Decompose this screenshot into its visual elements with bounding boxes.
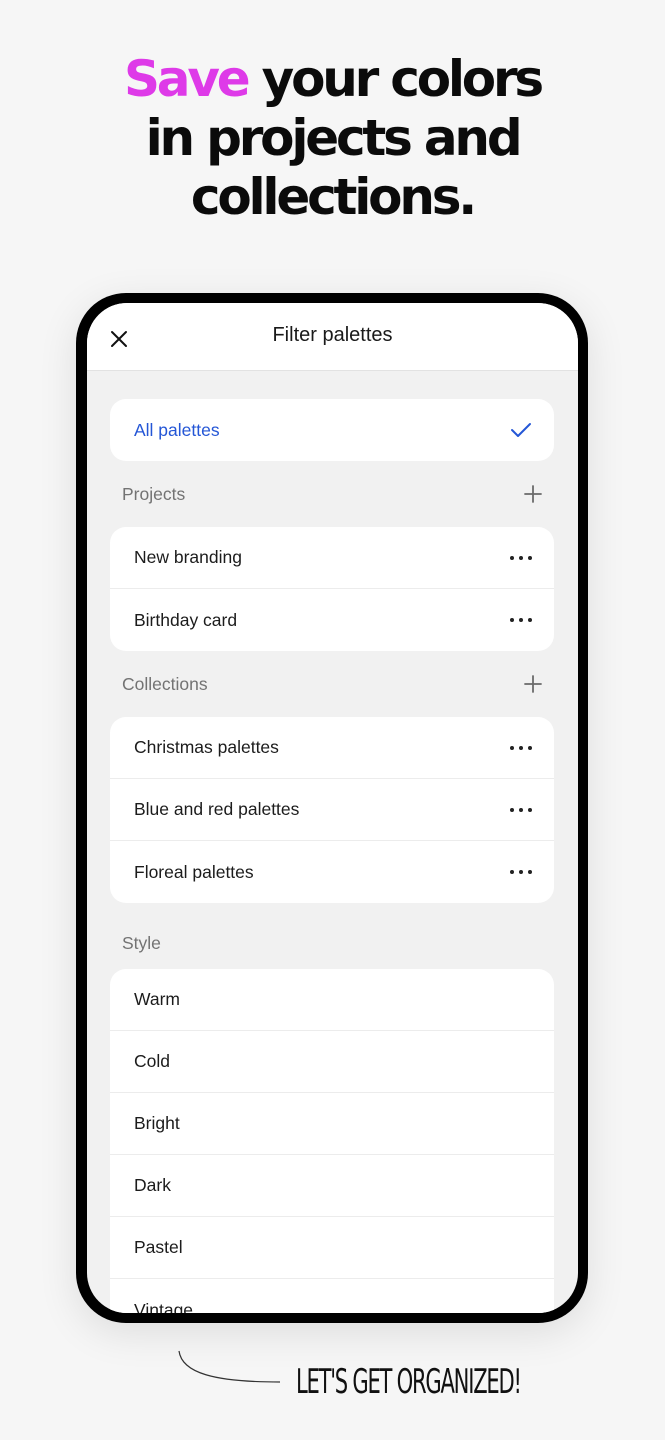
headline-line3: collections. [190, 168, 477, 226]
more-icon[interactable] [510, 807, 532, 813]
style-item[interactable]: Dark [110, 1155, 554, 1217]
more-icon[interactable] [510, 555, 532, 561]
project-item-label: Birthday card [134, 609, 238, 630]
app-bar: Filter palettes [87, 303, 578, 371]
all-palettes-card: All palettes [110, 399, 554, 461]
style-item-label: Warm [134, 989, 181, 1009]
collection-item[interactable]: Floreal palettes [110, 841, 554, 903]
collections-section-header: Collections [110, 651, 554, 717]
style-item-label: Vintage [134, 1299, 194, 1314]
collection-item[interactable]: Christmas palettes [110, 717, 554, 779]
more-icon[interactable] [510, 869, 532, 875]
collections-card: Christmas palettes Blue and red palettes… [110, 717, 554, 903]
phone-frame: Filter palettes All palettes Projects Ne… [76, 293, 588, 1323]
collections-section-label: Collections [122, 673, 208, 694]
swoosh-line-icon [178, 1350, 281, 1383]
style-item-label: Dark [134, 1175, 171, 1195]
add-project-button[interactable] [524, 485, 542, 503]
more-icon[interactable] [510, 745, 532, 751]
headline-accent-word: Save [124, 50, 251, 108]
add-collection-button[interactable] [524, 675, 542, 693]
more-icon[interactable] [510, 617, 532, 623]
collection-item-label: Christmas palettes [134, 737, 279, 757]
projects-section-header: Projects [110, 461, 554, 527]
style-section-label: Style [122, 932, 161, 953]
checkmark-icon [511, 423, 531, 437]
style-item[interactable]: Cold [110, 1031, 554, 1093]
style-item-label: Pastel [134, 1237, 183, 1257]
collection-item-label: Blue and red palettes [134, 799, 300, 819]
project-item[interactable]: Birthday card [110, 589, 554, 651]
style-item[interactable]: Warm [110, 969, 554, 1031]
style-item[interactable]: Bright [110, 1093, 554, 1155]
collection-item[interactable]: Blue and red palettes [110, 779, 554, 841]
tagline: LET'S GET ORGANIZED! [296, 1362, 522, 1402]
style-item[interactable]: Pastel [110, 1217, 554, 1279]
projects-section-label: Projects [122, 483, 186, 504]
project-item[interactable]: New branding [110, 527, 554, 589]
page-title: Filter palettes [272, 324, 393, 346]
style-card: Warm Cold Bright Dark Pastel Vintage [110, 969, 554, 1313]
projects-card: New branding Birthday card [110, 527, 554, 651]
style-item-label: Bright [134, 1113, 180, 1133]
collection-item-label: Floreal palettes [134, 861, 254, 882]
headline-line1: your colors [247, 50, 545, 108]
phone-screen: Filter palettes All palettes Projects Ne… [87, 303, 578, 1313]
promo-headline: Save your colors in projects and collect… [0, 50, 665, 227]
style-item[interactable]: Vintage [110, 1279, 554, 1314]
style-section-header: Style [110, 903, 554, 969]
project-item-label: New branding [134, 547, 242, 567]
filter-list: All palettes Projects New branding Birth… [110, 399, 554, 1313]
all-palettes-option[interactable]: All palettes [110, 399, 554, 461]
all-palettes-label: All palettes [134, 419, 220, 440]
headline-line2: in projects and [145, 109, 523, 167]
style-item-label: Cold [134, 1051, 170, 1071]
